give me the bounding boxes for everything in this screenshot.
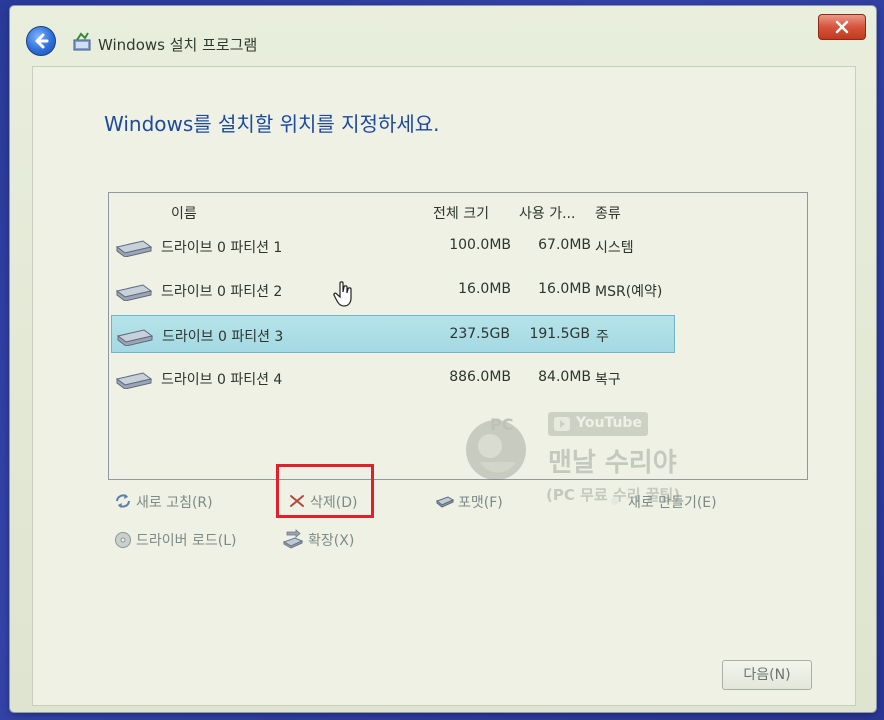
partition-free-space: 16.0MB: [538, 281, 591, 297]
next-button[interactable]: 다음(N): [722, 660, 812, 690]
partition-name: 드라이브 0 파티션 2: [161, 284, 283, 300]
window-title: Windows 설치 프로그램: [98, 36, 258, 54]
partition-row-1[interactable]: 드라이브 0 파티션 1 100.0MB 67.0MB 시스템: [111, 227, 675, 265]
close-button[interactable]: [818, 14, 866, 40]
drive-icon: [115, 372, 153, 389]
extend-drive-icon: [282, 529, 304, 549]
new-star-icon: [611, 497, 619, 505]
load-driver-label: 드라이버 로드(L): [136, 533, 237, 549]
partition-total-size: 100.0MB: [449, 237, 511, 253]
partition-type: 시스템: [595, 240, 634, 256]
drive-icon: [115, 284, 153, 301]
partition-name: 드라이브 0 파티션 3: [162, 329, 284, 345]
play-icon: [554, 417, 570, 431]
partition-free-space: 84.0MB: [538, 369, 591, 385]
badge-text: PC: [490, 415, 513, 434]
close-icon: [835, 20, 849, 34]
partition-free-space: 67.0MB: [538, 237, 591, 253]
partition-free-space: 191.5GB: [529, 326, 590, 342]
column-header-free-space[interactable]: 사용 가...: [519, 203, 575, 223]
channel-badge-icon: PC: [466, 415, 526, 480]
partition-total-size: 16.0MB: [458, 281, 511, 297]
format-label: 포맷(F): [458, 495, 503, 511]
column-header-name[interactable]: 이름: [171, 203, 197, 223]
refresh-icon: [116, 494, 130, 508]
page-heading: Windows를 설치할 위치를 지정하세요.: [104, 112, 440, 136]
partition-name: 드라이브 0 파티션 1: [161, 240, 283, 256]
drive-icon: [115, 240, 153, 257]
arrow-left-icon: [35, 33, 49, 49]
title-bar: Windows 설치 프로그램: [10, 6, 876, 58]
extend-label: 확장(X): [308, 533, 355, 549]
column-header-type[interactable]: 종류: [595, 203, 621, 223]
drive-icon: [116, 329, 154, 346]
column-header-total-size[interactable]: 전체 크기: [433, 203, 489, 223]
partition-type: MSR(예약): [595, 284, 663, 300]
channel-name: 맨날 수리야: [548, 448, 677, 478]
partition-type: 주: [596, 329, 609, 345]
back-button[interactable]: [26, 26, 56, 56]
setup-window: Windows 설치 프로그램 Windows를 설치할 위치를 지정하세요. …: [10, 6, 876, 712]
new-label: 새로 만들기(E): [628, 495, 717, 511]
youtube-label: YouTube: [576, 415, 642, 431]
format-drive-icon: [436, 496, 454, 508]
partition-row-2[interactable]: 드라이브 0 파티션 2 16.0MB 16.0MB MSR(예약): [111, 271, 675, 309]
disc-icon: [115, 532, 131, 548]
refresh-label: 새로 고침(R): [136, 495, 213, 511]
partition-type: 복구: [595, 372, 621, 388]
partition-total-size: 886.0MB: [449, 369, 511, 385]
delete-highlight-annotation: [276, 464, 374, 518]
setup-app-icon: [73, 32, 91, 51]
partition-name: 드라이브 0 파티션 4: [161, 372, 283, 388]
youtube-logo: YouTube: [548, 412, 648, 436]
partition-total-size: 237.5GB: [449, 326, 510, 342]
partition-row-3[interactable]: 드라이브 0 파티션 3 237.5GB 191.5GB 주: [111, 315, 675, 353]
hand-cursor-icon: [333, 281, 352, 307]
partition-row-4[interactable]: 드라이브 0 파티션 4 886.0MB 84.0MB 복구: [111, 359, 675, 397]
